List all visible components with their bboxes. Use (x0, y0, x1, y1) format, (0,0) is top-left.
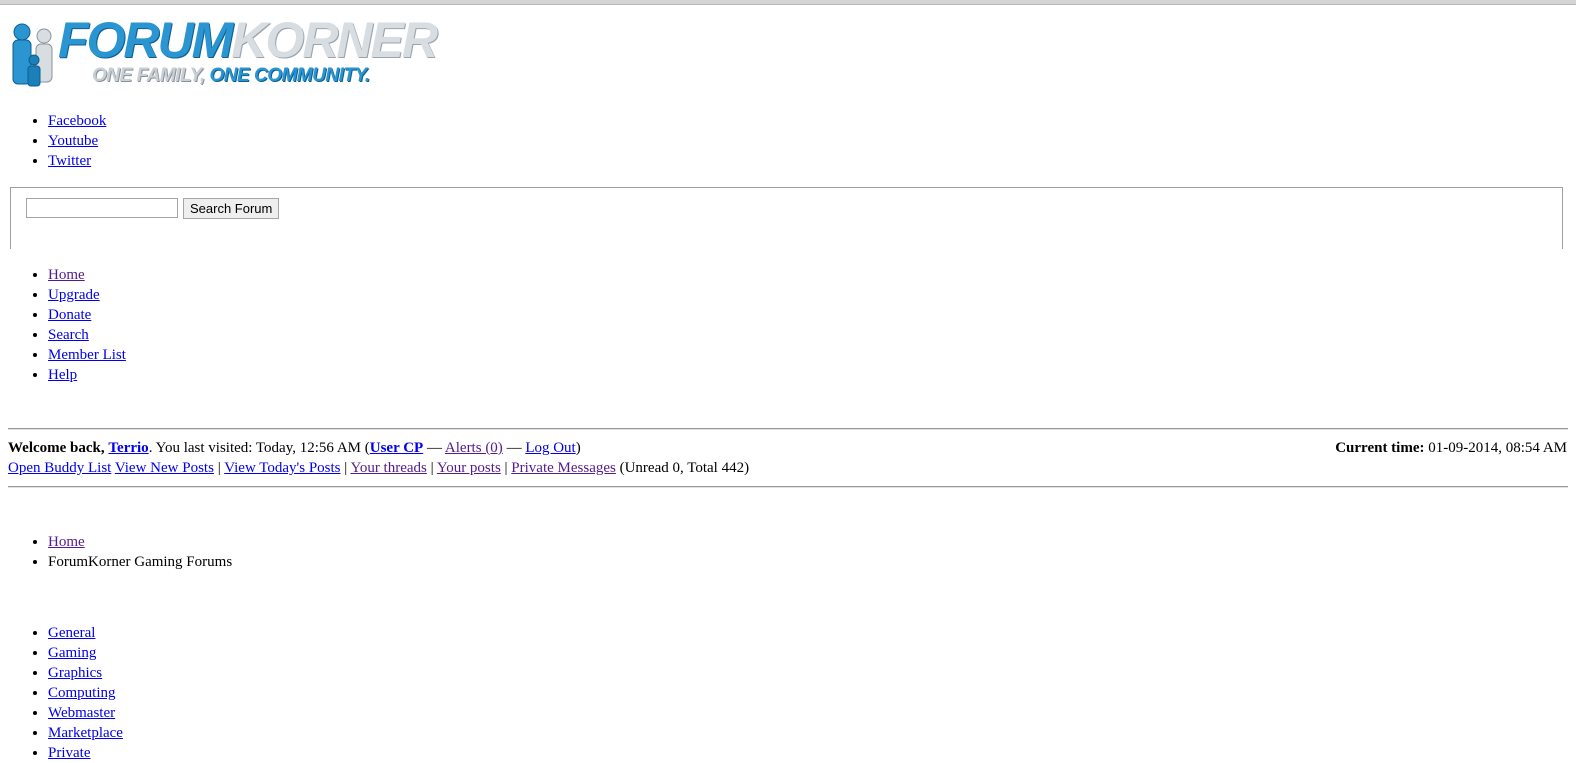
category-item: Webmaster (48, 703, 123, 723)
category-item: Computing (48, 683, 123, 703)
nav-help-link[interactable]: Help (48, 367, 77, 383)
social-links: Facebook Youtube Twitter (0, 111, 106, 171)
category-item: Marketplace (48, 723, 123, 743)
alerts-link[interactable]: Alerts (0) (445, 440, 503, 456)
search-panel: Search Forum (10, 187, 1563, 249)
link-separator: | (217, 460, 221, 476)
social-item: Youtube (48, 131, 106, 151)
close-paren: ) (575, 440, 581, 456)
youtube-link[interactable]: Youtube (48, 133, 98, 149)
welcome-bar: Welcome back, Terrio. You last visited: … (8, 438, 581, 458)
breadcrumb-item: ForumKorner Gaming Forums (48, 552, 232, 572)
nav-item: Donate (48, 305, 126, 325)
nav-search-link[interactable]: Search (48, 327, 89, 343)
divider-bottom (8, 486, 1568, 488)
welcome-prefix: Welcome back, (8, 440, 105, 456)
logo-title: FORUMKORNER (58, 12, 438, 68)
category-webmaster-link[interactable]: Webmaster (48, 705, 115, 721)
pm-counts: (Unread 0, Total 442) (619, 460, 750, 476)
current-time-value: 01-09-2014, 08:54 AM (1424, 440, 1567, 456)
main-nav: Home Upgrade Donate Search Member List H… (0, 265, 126, 385)
quick-links-bar: Open Buddy List View New Posts | View To… (8, 458, 749, 478)
search-forum-button[interactable]: Search Forum (183, 198, 280, 219)
link-separator: | (504, 460, 508, 476)
facebook-link[interactable]: Facebook (48, 113, 106, 129)
breadcrumb-current: ForumKorner Gaming Forums (48, 554, 233, 570)
category-item: Graphics (48, 663, 123, 683)
last-visited-text: . You last visited: Today, 12:56 AM ( (148, 440, 370, 456)
category-graphics-link[interactable]: Graphics (48, 665, 102, 681)
your-posts-link[interactable]: Your posts (437, 460, 501, 476)
logout-link[interactable]: Log Out (525, 440, 575, 456)
open-buddy-list-link[interactable]: Open Buddy List (8, 460, 111, 476)
category-private-link[interactable]: Private (48, 745, 91, 761)
nav-item: Upgrade (48, 285, 126, 305)
separator-dash: — (423, 440, 445, 456)
divider-top (8, 428, 1568, 430)
category-general-link[interactable]: General (48, 625, 95, 641)
nav-member-list-link[interactable]: Member List (48, 347, 126, 363)
breadcrumb: Home ForumKorner Gaming Forums (0, 532, 232, 572)
link-separator: | (430, 460, 434, 476)
window-top-border (0, 0, 1576, 5)
nav-home-link[interactable]: Home (48, 267, 85, 283)
forumkorner-logo[interactable]: FORUMKORNER ONE FAMILY, ONE COMMUNITY. (10, 12, 438, 92)
your-threads-link[interactable]: Your threads (350, 460, 426, 476)
social-item: Facebook (48, 111, 106, 131)
separator-dash: — (502, 440, 526, 456)
current-time-label: Current time: (1335, 440, 1425, 456)
nav-item: Search (48, 325, 126, 345)
user-cp-link[interactable]: User CP (370, 440, 423, 456)
community-people-icon (12, 23, 53, 87)
username-link[interactable]: Terrio (108, 440, 148, 456)
search-input[interactable] (26, 198, 178, 218)
category-item: Gaming (48, 643, 123, 663)
category-computing-link[interactable]: Computing (48, 685, 116, 701)
nav-item: Member List (48, 345, 126, 365)
current-time: Current time: 01-09-2014, 08:54 AM (1335, 438, 1567, 458)
nav-donate-link[interactable]: Donate (48, 307, 91, 323)
breadcrumb-home-link[interactable]: Home (48, 534, 85, 550)
logo-tagline: ONE FAMILY, ONE COMMUNITY. (92, 65, 370, 86)
nav-upgrade-link[interactable]: Upgrade (48, 287, 100, 303)
view-todays-posts-link[interactable]: View Today's Posts (224, 460, 340, 476)
category-item: General (48, 623, 123, 643)
nav-item: Home (48, 265, 126, 285)
link-separator: | (344, 460, 348, 476)
forum-categories: General Gaming Graphics Computing Webmas… (0, 623, 123, 763)
private-messages-link[interactable]: Private Messages (511, 460, 616, 476)
twitter-link[interactable]: Twitter (48, 153, 91, 169)
view-new-posts-link[interactable]: View New Posts (115, 460, 214, 476)
category-item: Private (48, 743, 123, 763)
category-gaming-link[interactable]: Gaming (48, 645, 96, 661)
social-item: Twitter (48, 151, 106, 171)
nav-item: Help (48, 365, 126, 385)
breadcrumb-item: Home (48, 532, 232, 552)
category-marketplace-link[interactable]: Marketplace (48, 725, 123, 741)
